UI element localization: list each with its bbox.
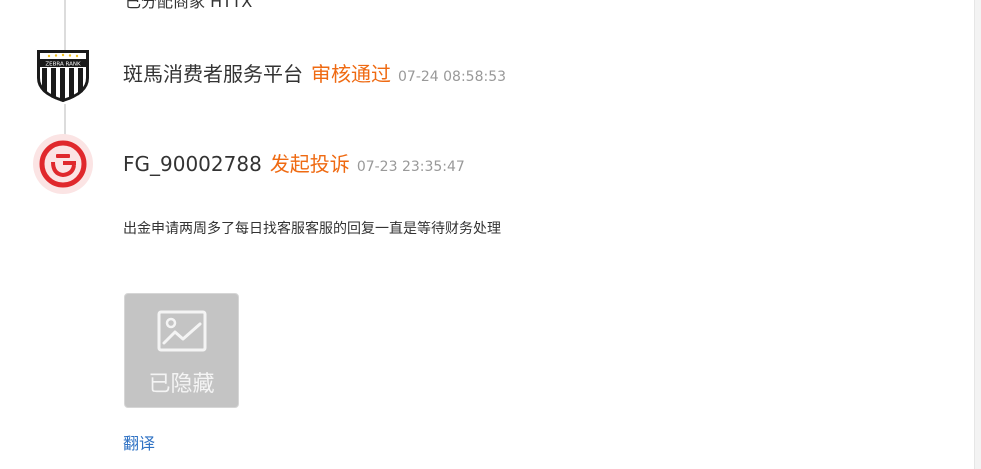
complaint-message: 出金申请两周多了每日找客服客服的回复一直是等待财务处理 (123, 221, 501, 237)
entry-header: 斑馬消费者服务平台 审核通过 07-24 08:58:53 (123, 58, 506, 87)
previous-entry-text: 已分配商家 HTTX (125, 0, 253, 11)
scrollbar[interactable] (974, 0, 981, 469)
entry-timestamp: 07-23 23:35:47 (356, 159, 465, 175)
image-placeholder-icon (157, 310, 207, 352)
entry-header: FG_90002788 发起投诉 07-23 23:35:47 (123, 148, 465, 177)
timeline-connector (64, 0, 66, 50)
red-circle-logo-icon (33, 134, 93, 194)
translate-link[interactable]: 翻译 (123, 430, 155, 454)
entry-timestamp: 07-24 08:58:53 (398, 69, 507, 85)
zebra-rank-shield-icon: ZEBRA RANK (33, 44, 93, 104)
entry-action: 审核通过 (311, 62, 391, 86)
hidden-image-label: 已隐藏 (148, 372, 215, 397)
entry-author: FG_90002788 (123, 152, 262, 176)
entry-action: 发起投诉 (269, 152, 350, 176)
entry-author: 斑馬消费者服务平台 (123, 62, 303, 86)
zebra-logo-text: ZEBRA RANK (45, 62, 81, 68)
hidden-image-thumbnail[interactable]: 已隐藏 (124, 293, 239, 408)
